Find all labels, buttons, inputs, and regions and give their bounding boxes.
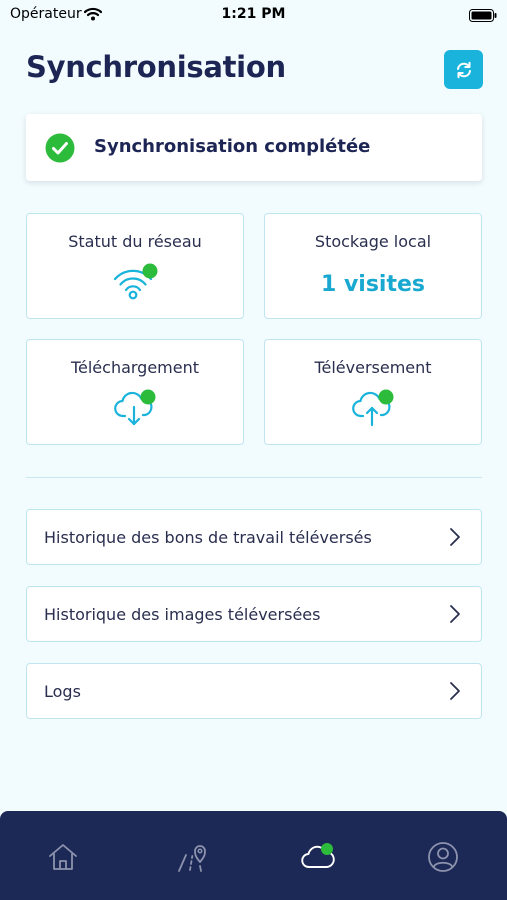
user-profile-icon [428, 842, 458, 872]
local-storage-tile: Stockage local 1 visites [264, 213, 482, 319]
tab-route[interactable] [172, 837, 212, 877]
download-tile: Téléchargement [26, 339, 244, 445]
tab-sync[interactable] [298, 837, 338, 877]
check-circle-icon [45, 133, 75, 167]
upload-label: Téléversement [314, 358, 432, 377]
cloud-sync-icon [301, 843, 335, 868]
refresh-button[interactable] [444, 50, 483, 89]
sync-status-message: Synchronisation complétée [94, 136, 371, 157]
wifi-icon [111, 262, 159, 306]
chevron-right-icon [449, 527, 461, 551]
network-status-tile: Statut du réseau [26, 213, 244, 319]
tab-profile[interactable] [423, 837, 463, 877]
work-orders-history-row[interactable]: Historique des bons de travail téléversé… [26, 509, 482, 565]
section-divider [26, 477, 482, 478]
logs-row[interactable]: Logs [26, 663, 482, 719]
page-title: Synchronisation [26, 50, 286, 84]
chevron-right-icon [449, 604, 461, 628]
battery-icon [469, 7, 497, 22]
images-history-row[interactable]: Historique des images téléversées [26, 586, 482, 642]
images-history-label: Historique des images téléversées [44, 605, 321, 624]
local-storage-label: Stockage local [314, 232, 432, 251]
cloud-download-icon [113, 388, 157, 434]
chevron-right-icon [449, 681, 461, 705]
home-icon [49, 844, 77, 870]
logs-label: Logs [44, 682, 81, 701]
clock-label: 1:21 PM [221, 6, 286, 22]
sync-icon [456, 61, 471, 78]
route-pin-icon [178, 845, 206, 872]
cloud-upload-icon [351, 388, 395, 434]
network-status-label: Statut du réseau [68, 232, 202, 251]
upload-tile: Téléversement [264, 339, 482, 445]
status-bar: Opérateur 1:21 PM [0, 0, 507, 30]
work-orders-history-label: Historique des bons de travail téléversé… [44, 528, 372, 547]
bottom-navigation [0, 811, 507, 900]
local-storage-value: 1 visites [320, 272, 426, 297]
tab-home[interactable] [43, 837, 83, 877]
download-label: Téléchargement [70, 358, 200, 377]
